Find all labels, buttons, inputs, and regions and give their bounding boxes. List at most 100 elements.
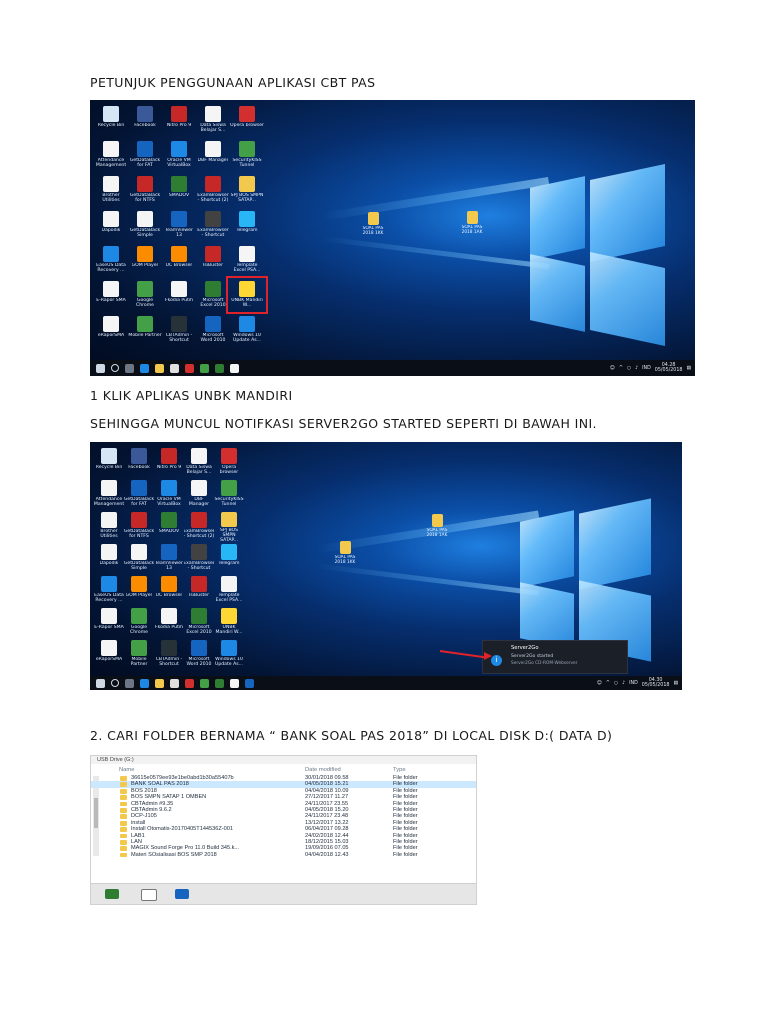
- desktop-icon[interactable]: Telegram: [214, 542, 244, 574]
- desktop-file-2[interactable]: SOAL PAS 2018 1KK: [358, 210, 388, 236]
- server2go-notification[interactable]: i Server2Go Server2Go started Server2Go …: [482, 640, 628, 674]
- task-view-icon[interactable]: [125, 678, 134, 688]
- excel-icon[interactable]: [215, 678, 224, 688]
- desktop-icon[interactable]: GetDataBack for NTFS: [128, 174, 162, 209]
- desktop-icon[interactable]: Attendance Management: [94, 478, 124, 510]
- desktop-icon[interactable]: Microsoft Excel 2010: [196, 279, 230, 314]
- desktop-icon[interactable]: Data Siswa Belajar S...: [184, 446, 214, 478]
- search-icon[interactable]: [111, 679, 119, 687]
- desktop-icon[interactable]: eRaporSMA: [94, 314, 128, 349]
- store-icon[interactable]: [170, 363, 179, 373]
- notification-icon[interactable]: ▤: [673, 681, 678, 686]
- explorer-icon[interactable]: [155, 678, 164, 688]
- desktop-icon[interactable]: E-Rapor SMA: [94, 279, 128, 314]
- volume-icon[interactable]: ♪: [635, 366, 638, 371]
- word-icon[interactable]: [175, 889, 189, 899]
- desktop-icon[interactable]: UC Browser: [154, 574, 184, 606]
- desktop-icon[interactable]: SPJ BOS SMPN SATAP...: [230, 174, 264, 209]
- desktop-icon[interactable]: ExamBrowser - Shortcut: [184, 542, 214, 574]
- desktop-icon[interactable]: Telegram: [230, 209, 264, 244]
- desktop-icon[interactable]: Dapodik: [94, 209, 128, 244]
- desktop-icon[interactable]: Recycle Bin: [94, 446, 124, 478]
- desktop-icon[interactable]: Mobile Partner: [124, 638, 154, 670]
- chrome-icon[interactable]: [200, 363, 209, 373]
- explorer-icon[interactable]: [155, 363, 164, 373]
- desktop-icon[interactable]: Recycle Bin: [94, 104, 128, 139]
- column-header-name[interactable]: Name: [119, 767, 134, 773]
- desktop-icon[interactable]: IsiBuster: [196, 244, 230, 279]
- desktop-icon[interactable]: Facebook: [124, 446, 154, 478]
- desktop-icon[interactable]: IsiBuster: [184, 574, 214, 606]
- desktop-icon[interactable]: Template Excel PSA...: [214, 574, 244, 606]
- opera-icon[interactable]: [185, 678, 194, 688]
- desktop-icon[interactable]: EaseUS Data Recovery ...: [94, 574, 124, 606]
- notification-icon[interactable]: ▤: [686, 366, 691, 371]
- desktop-icon[interactable]: Dapodik: [94, 542, 124, 574]
- desktop-icon[interactable]: UC Browser: [162, 244, 196, 279]
- desktop-icon[interactable]: GetDataBack Simple: [124, 542, 154, 574]
- desktop-icon[interactable]: GetDataBack Simple: [128, 209, 162, 244]
- desktop-icon[interactable]: GetDataBack for NTFS: [124, 510, 154, 542]
- desktop-icon[interactable]: Google Chrome: [128, 279, 162, 314]
- clock[interactable]: 04.28 05/05/2018: [655, 363, 683, 374]
- mail-icon[interactable]: [230, 363, 239, 373]
- desktop-icon[interactable]: Opera browser: [230, 104, 264, 139]
- desktop-icon[interactable]: SecurityKISS Tunnel: [230, 139, 264, 174]
- language-indicator[interactable]: IND: [629, 681, 638, 686]
- desktop-file-1[interactable]: SOAL PAS 2018 1AK: [457, 209, 487, 235]
- people-icon[interactable]: ☺: [597, 681, 602, 686]
- column-header-type[interactable]: Type: [393, 767, 406, 773]
- desktop-icon[interactable]: Data Siswa Belajar S...: [196, 104, 230, 139]
- table-row[interactable]: Materi SOsialisasi BOS SMP 2018 04/04/201…: [91, 852, 476, 858]
- desktop-icon[interactable]: CBTAdmin - Shortcut: [162, 314, 196, 349]
- volume-icon[interactable]: ♪: [622, 681, 625, 686]
- desktop-icon[interactable]: ExamBrowser - Shortcut (2): [196, 174, 230, 209]
- desktop-icon[interactable]: GetDataBack for FAT: [124, 478, 154, 510]
- desktop-icon[interactable]: Fkodia Putih: [154, 606, 184, 638]
- desktop-file-1[interactable]: SOAL PAS 2018 1AK: [422, 512, 452, 538]
- desktop-icon[interactable]: GOM Player: [128, 244, 162, 279]
- search-icon[interactable]: [111, 364, 119, 372]
- desktop-icon[interactable]: TeamViewer 13: [154, 542, 184, 574]
- language-indicator[interactable]: IND: [642, 366, 651, 371]
- desktop-icon[interactable]: GetDataBack for FAT: [128, 139, 162, 174]
- desktop-icon[interactable]: CBTAdmin - Shortcut: [154, 638, 184, 670]
- desktop-icon[interactable]: DBF Manager: [184, 478, 214, 510]
- store-icon[interactable]: [170, 678, 179, 688]
- desktop-icon[interactable]: Template Excel PSA...: [230, 244, 264, 279]
- mail-icon[interactable]: [141, 889, 157, 901]
- desktop-icon[interactable]: E-Rapor SMA: [94, 606, 124, 638]
- chrome-icon[interactable]: [200, 678, 209, 688]
- desktop-icon[interactable]: Google Chrome: [124, 606, 154, 638]
- desktop-icon[interactable]: Microsoft Word 2010: [196, 314, 230, 349]
- desktop-icon[interactable]: Windows 10 Update As...: [230, 314, 264, 349]
- desktop-icon[interactable]: eRaporSMA: [94, 638, 124, 670]
- opera-icon[interactable]: [185, 363, 194, 373]
- start-icon[interactable]: [96, 363, 105, 373]
- desktop-icon[interactable]: Nitro Pro 9: [154, 446, 184, 478]
- desktop-icon[interactable]: EaseUS Data Recovery ...: [94, 244, 128, 279]
- desktop-icon[interactable]: DBF Manager: [196, 139, 230, 174]
- wifi-icon[interactable]: ○: [614, 681, 618, 686]
- chevron-up-icon[interactable]: ^: [619, 366, 623, 371]
- mail-icon[interactable]: [230, 678, 239, 688]
- people-icon[interactable]: ☺: [610, 366, 615, 371]
- edge-icon[interactable]: [140, 678, 149, 688]
- desktop-icon[interactable]: Facebook: [128, 104, 162, 139]
- desktop-icon[interactable]: Opera browser: [214, 446, 244, 478]
- clock[interactable]: 04.30 05/05/2018: [642, 678, 670, 689]
- edge-icon[interactable]: [140, 363, 149, 373]
- desktop-icon[interactable]: Oracle VM VirtualBox: [154, 478, 184, 510]
- desktop-icon[interactable]: GOM Player: [124, 574, 154, 606]
- desktop-icon[interactable]: Oracle VM VirtualBox: [162, 139, 196, 174]
- desktop-icon[interactable]: Windows 10 Update As...: [214, 638, 244, 670]
- desktop-icon[interactable]: Fkodia Putih: [162, 279, 196, 314]
- wifi-icon[interactable]: ○: [627, 366, 631, 371]
- task-view-icon[interactable]: [125, 363, 134, 373]
- desktop-icon[interactable]: ExamBrowser - Shortcut (2): [184, 510, 214, 542]
- word-icon[interactable]: [245, 678, 254, 688]
- desktop-icon[interactable]: TeamViewer 13: [162, 209, 196, 244]
- desktop-icon[interactable]: ExamBrowser - Shortcut: [196, 209, 230, 244]
- start-icon[interactable]: [96, 678, 105, 688]
- desktop-icon[interactable]: Microsoft Excel 2010: [184, 606, 214, 638]
